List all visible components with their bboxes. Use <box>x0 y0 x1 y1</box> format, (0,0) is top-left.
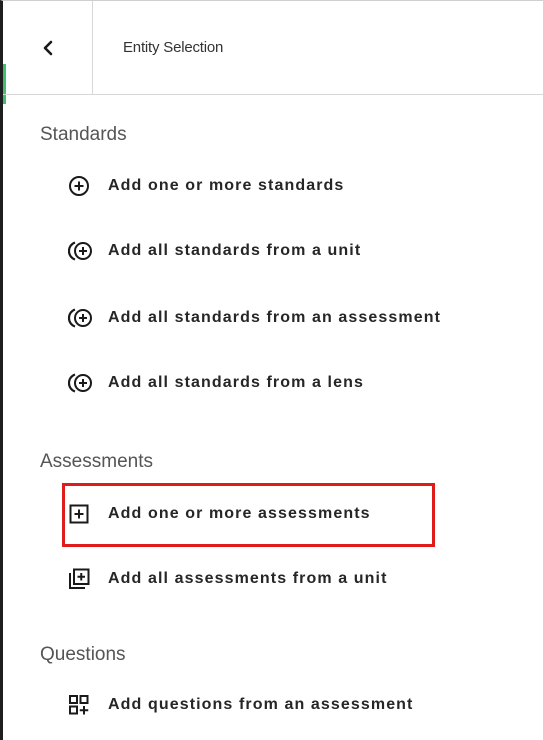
chevron-left-icon <box>41 40 55 56</box>
add-all-assessments-from-unit-button[interactable]: Add all assessments from a unit <box>68 565 388 593</box>
add-all-standards-from-lens-button[interactable]: Add all standards from a lens <box>68 369 364 397</box>
menu-item-label: Add one or more assessments <box>108 505 371 522</box>
section-title-questions: Questions <box>40 644 126 665</box>
circle-plus-icon <box>68 175 94 197</box>
menu-item-label: Add one or more standards <box>108 177 345 194</box>
circle-plus-multiple-icon <box>68 372 94 394</box>
library-add-icon <box>68 568 94 590</box>
square-plus-icon <box>68 503 94 525</box>
grid-plus-icon <box>68 694 94 716</box>
circle-plus-multiple-icon <box>68 307 94 329</box>
add-all-standards-from-unit-button[interactable]: Add all standards from a unit <box>68 237 361 265</box>
back-button[interactable] <box>3 1 93 94</box>
menu-item-label: Add all standards from an assessment <box>108 309 442 326</box>
add-all-standards-from-assessment-button[interactable]: Add all standards from an assessment <box>68 304 441 332</box>
section-title-assessments: Assessments <box>40 451 153 472</box>
menu-item-label: Add all assessments from a unit <box>108 570 388 587</box>
section-title-standards: Standards <box>40 124 127 145</box>
menu-item-label: Add questions from an assessment <box>108 696 414 713</box>
menu-item-label: Add all standards from a unit <box>108 242 362 259</box>
add-one-or-more-assessments-button[interactable]: Add one or more assessments <box>68 500 371 528</box>
add-questions-from-assessment-button[interactable]: Add questions from an assessment <box>68 691 414 719</box>
circle-plus-multiple-icon <box>68 240 94 262</box>
menu-item-label: Add all standards from a lens <box>108 374 364 391</box>
page-title: Entity Selection <box>123 39 224 56</box>
add-one-or-more-standards-button[interactable]: Add one or more standards <box>68 172 344 200</box>
panel-header: Entity Selection <box>3 1 543 95</box>
